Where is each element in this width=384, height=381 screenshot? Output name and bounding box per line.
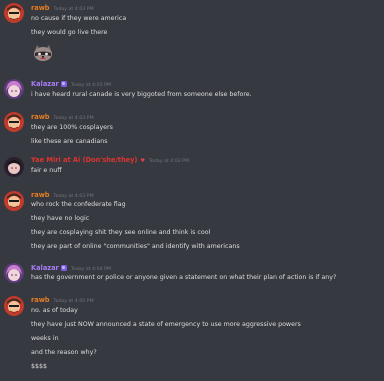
- message-text: they are part of online "communities" an…: [31, 243, 240, 250]
- rawb-avatar[interactable]: [4, 3, 24, 23]
- kalazar-avatar[interactable]: [4, 79, 24, 99]
- username[interactable]: rawb Today at 4:05 PM: [31, 296, 94, 304]
- rawb-avatar[interactable]: [4, 296, 24, 316]
- username-text[interactable]: Kalazar: [31, 264, 59, 272]
- message-text: fair e nuff: [31, 167, 62, 174]
- timestamp: Today at 4:03 PM: [53, 116, 94, 121]
- rawb-avatar[interactable]: [4, 112, 24, 132]
- username-text[interactable]: Kalazar: [31, 80, 59, 88]
- username-text[interactable]: rawb: [31, 113, 50, 121]
- timestamp: Today at 4:03 PM: [148, 159, 190, 164]
- timestamp: Today at 4:04 PM: [70, 267, 111, 272]
- username[interactable]: rawb Today at 4:03 PM: [31, 191, 94, 199]
- username-text[interactable]: rawb: [31, 191, 50, 199]
- message-text: no cause if they were america: [31, 15, 127, 22]
- message-text: $$$$: [31, 363, 48, 370]
- message-text: they have just NOW announced a state of …: [31, 321, 301, 328]
- username[interactable]: Kalazar Today at 4:03 PM: [31, 80, 111, 88]
- message-text: no. as of today: [31, 307, 78, 314]
- timestamp: Today at 4:03 PM: [53, 194, 94, 199]
- rawb-avatar[interactable]: [4, 191, 24, 211]
- message-text: like these are canadians: [31, 138, 108, 145]
- username[interactable]: Yae Miri at Ai (Don'she/they) ♥ Today at 4…: [31, 156, 189, 164]
- username[interactable]: Kalazar Today at 4:04 PM: [31, 264, 111, 272]
- username[interactable]: rawb Today at 4:03 PM: [31, 113, 94, 121]
- nitro-badge-icon: [60, 80, 67, 87]
- timestamp: Today at 4:03 PM: [70, 83, 111, 88]
- message-text: and the reason why?: [31, 349, 97, 356]
- message-text: they have no logic: [31, 215, 90, 222]
- message-text: they are cosplaying shit they see online…: [31, 229, 211, 236]
- message-text: they would go live there: [31, 29, 108, 36]
- username[interactable]: rawb Today at 4:03 PM: [31, 4, 94, 12]
- username-text[interactable]: Yae Miri at Ai (Don'she/they): [31, 156, 137, 164]
- message-text: they are 100% cosplayers: [31, 124, 113, 131]
- nitro-badge-icon: [60, 264, 67, 271]
- username-text[interactable]: rawb: [31, 296, 50, 304]
- red-avatar[interactable]: [4, 157, 24, 177]
- timestamp: Today at 4:03 PM: [53, 7, 94, 12]
- message-text: who rock the confederate flag: [31, 201, 126, 208]
- chat-messages: rawb Today at 4:03 PM no cause if they we…: [0, 0, 384, 381]
- heart-icon: ♥: [140, 158, 145, 164]
- kalazar-avatar[interactable]: [4, 263, 24, 283]
- message-text: i have heard rural canade is very biggot…: [31, 91, 252, 98]
- message-text: has the government or police or anyone g…: [31, 274, 337, 281]
- message-text: weeks in: [31, 335, 59, 342]
- username-text[interactable]: rawb: [31, 4, 50, 12]
- raccoon-emoji: [32, 44, 54, 62]
- timestamp: Today at 4:05 PM: [53, 299, 94, 304]
